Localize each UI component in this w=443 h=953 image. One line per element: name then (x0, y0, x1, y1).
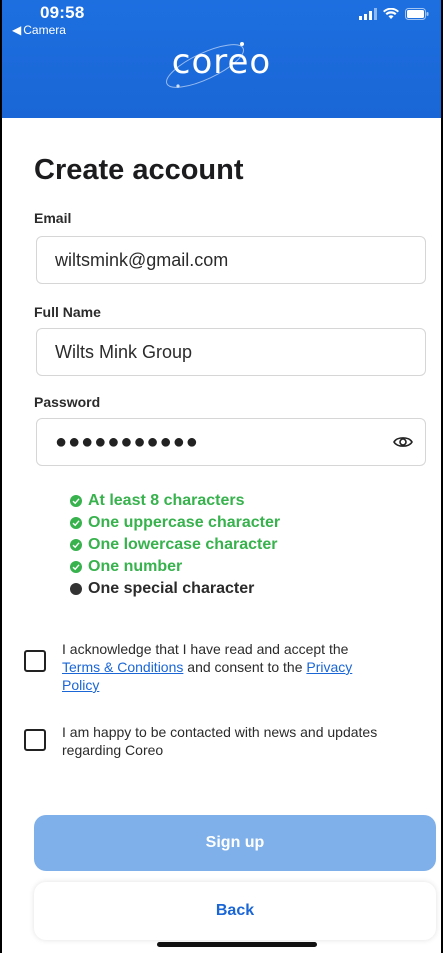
password-value: ●●●●●●●●●●● (55, 430, 199, 453)
status-icons (359, 8, 429, 20)
back-triangle-icon: ◀ (12, 23, 22, 37)
home-indicator (157, 942, 317, 947)
password-label: Password (34, 394, 101, 410)
terms-middle: and consent to the (183, 659, 307, 675)
rule-special-character: One special character (70, 578, 280, 600)
coreo-logo: coreo (2, 42, 441, 88)
rule-text: One uppercase character (88, 514, 281, 531)
terms-checkbox[interactable] (24, 650, 46, 672)
sign-up-button[interactable]: Sign up (34, 815, 436, 871)
battery-icon (405, 8, 429, 20)
logo-text: coreo (171, 42, 272, 82)
wifi-icon (383, 8, 399, 19)
email-field[interactable]: wiltsmink@gmail.com (36, 236, 426, 284)
password-field[interactable]: ●●●●●●●●●●● (36, 418, 426, 466)
back-to-camera-label: Camera (23, 23, 66, 37)
rule-uppercase: One uppercase character (70, 512, 280, 534)
terms-text: I acknowledge that I have read and accep… (62, 640, 382, 694)
rule-text: At least 8 characters (88, 492, 245, 509)
news-consent-row: I am happy to be contacted with news and… (24, 723, 382, 759)
rule-text: One special character (88, 580, 255, 597)
terms-consent-row: I acknowledge that I have read and accep… (24, 640, 382, 694)
eye-icon[interactable] (393, 433, 413, 451)
terms-link[interactable]: Terms & Conditions (62, 659, 183, 675)
rule-number: One number (70, 556, 280, 578)
app-screen: 09:58 ◀ Camera coreo Create account Emai… (0, 0, 443, 953)
back-button[interactable]: Back (34, 882, 436, 940)
page-title: Create account (34, 154, 244, 186)
full-name-field[interactable]: Wilts Mink Group (36, 328, 426, 376)
dot-icon (70, 583, 82, 595)
password-rules: At least 8 characters One uppercase char… (70, 490, 280, 600)
status-time: 09:58 (40, 3, 85, 22)
news-text: I am happy to be contacted with news and… (62, 724, 378, 758)
email-label: Email (34, 210, 72, 226)
back-to-camera[interactable]: ◀ Camera (12, 23, 66, 37)
terms-prefix: I acknowledge that I have read and accep… (62, 641, 349, 657)
news-checkbox[interactable] (24, 729, 46, 751)
email-value: wiltsmink@gmail.com (55, 249, 229, 270)
signal-icon (359, 8, 377, 20)
rule-lowercase: One lowercase character (70, 534, 280, 556)
header: 09:58 ◀ Camera coreo (2, 0, 441, 118)
check-circle-icon (70, 561, 82, 573)
rule-min-length: At least 8 characters (70, 490, 280, 512)
full-name-label: Full Name (34, 304, 101, 320)
check-circle-icon (70, 517, 82, 529)
rule-text: One lowercase character (88, 536, 278, 553)
check-circle-icon (70, 495, 82, 507)
full-name-value: Wilts Mink Group (55, 341, 193, 362)
rule-text: One number (88, 558, 183, 575)
check-circle-icon (70, 539, 82, 551)
